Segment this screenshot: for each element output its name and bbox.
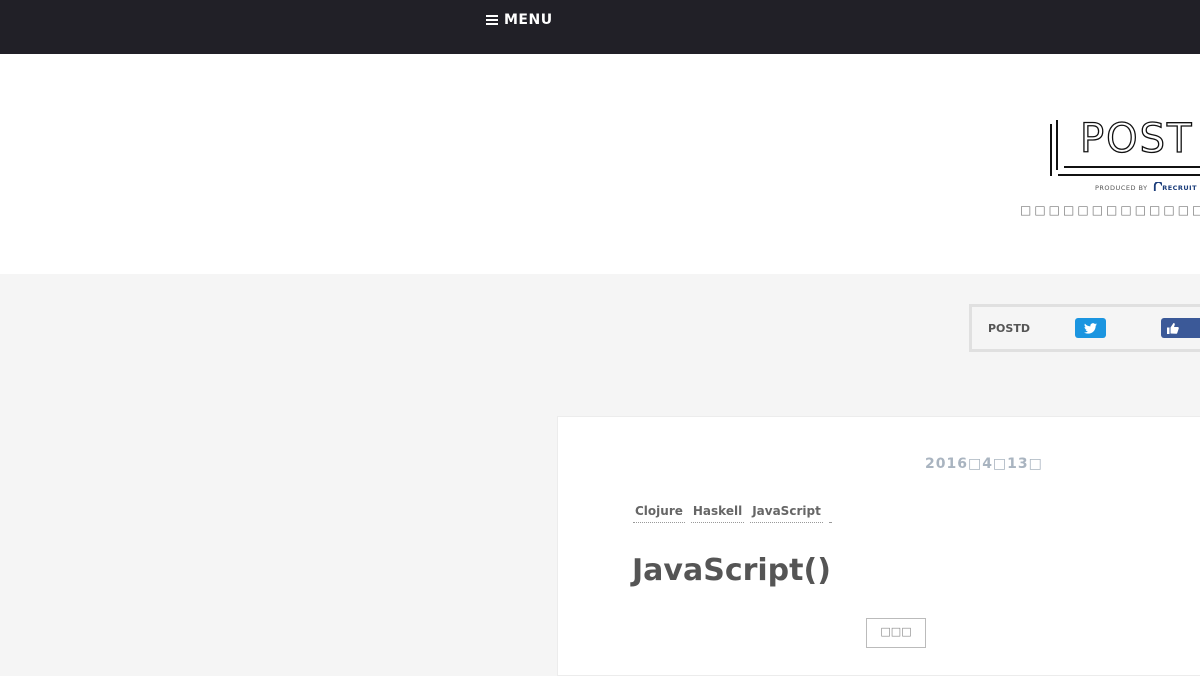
article-card: 2016□4□13□ Clojure Haskell JavaScript Ja… — [557, 416, 1200, 676]
top-navigation-bar: MENU — [0, 0, 1200, 54]
article-date: 2016□4□13□ — [925, 456, 1043, 472]
recruit-logo-icon — [1154, 181, 1164, 191]
recruit-text: RECRUIT — [1162, 184, 1198, 192]
share-label: POSTD — [988, 322, 1030, 335]
menu-label: MENU — [504, 12, 553, 28]
tag-haskell[interactable]: Haskell — [690, 504, 745, 523]
twitter-bird-icon — [1084, 322, 1097, 334]
thumbs-up-icon — [1167, 322, 1179, 334]
logo-bar-left-outer — [1050, 124, 1052, 176]
logo-bar-bottom-inner — [1064, 166, 1200, 168]
article-title: JavaScript() — [632, 553, 831, 588]
hamburger-icon — [486, 15, 498, 25]
tag-separator — [828, 504, 831, 523]
site-tagline: □□□□□□□□□□□□□□□□□□□□□□ — [1020, 203, 1200, 217]
share-bar: POSTD — [969, 304, 1200, 352]
menu-button[interactable]: MENU — [486, 12, 553, 28]
article-tags: Clojure Haskell JavaScript — [633, 504, 831, 523]
tag-clojure[interactable]: Clojure — [633, 504, 685, 523]
site-header: POST PRODUCED BY RECRUIT □□□□□□□□□□□□□□□… — [0, 54, 1200, 274]
site-logo[interactable]: POST PRODUCED BY RECRUIT — [1050, 115, 1200, 200]
logo-bar-left-inner — [1056, 120, 1058, 170]
twitter-share-button[interactable] — [1075, 318, 1106, 338]
facebook-like-button[interactable] — [1161, 318, 1200, 338]
article-action-button[interactable]: □□□ — [866, 618, 926, 648]
tag-javascript[interactable]: JavaScript — [750, 504, 823, 523]
logo-bar-bottom-outer — [1058, 174, 1200, 176]
produced-by-line: PRODUCED BY RECRUIT — [1095, 181, 1198, 192]
logo-wordmark: POST — [1079, 115, 1194, 162]
produced-by-text: PRODUCED BY — [1095, 184, 1148, 192]
